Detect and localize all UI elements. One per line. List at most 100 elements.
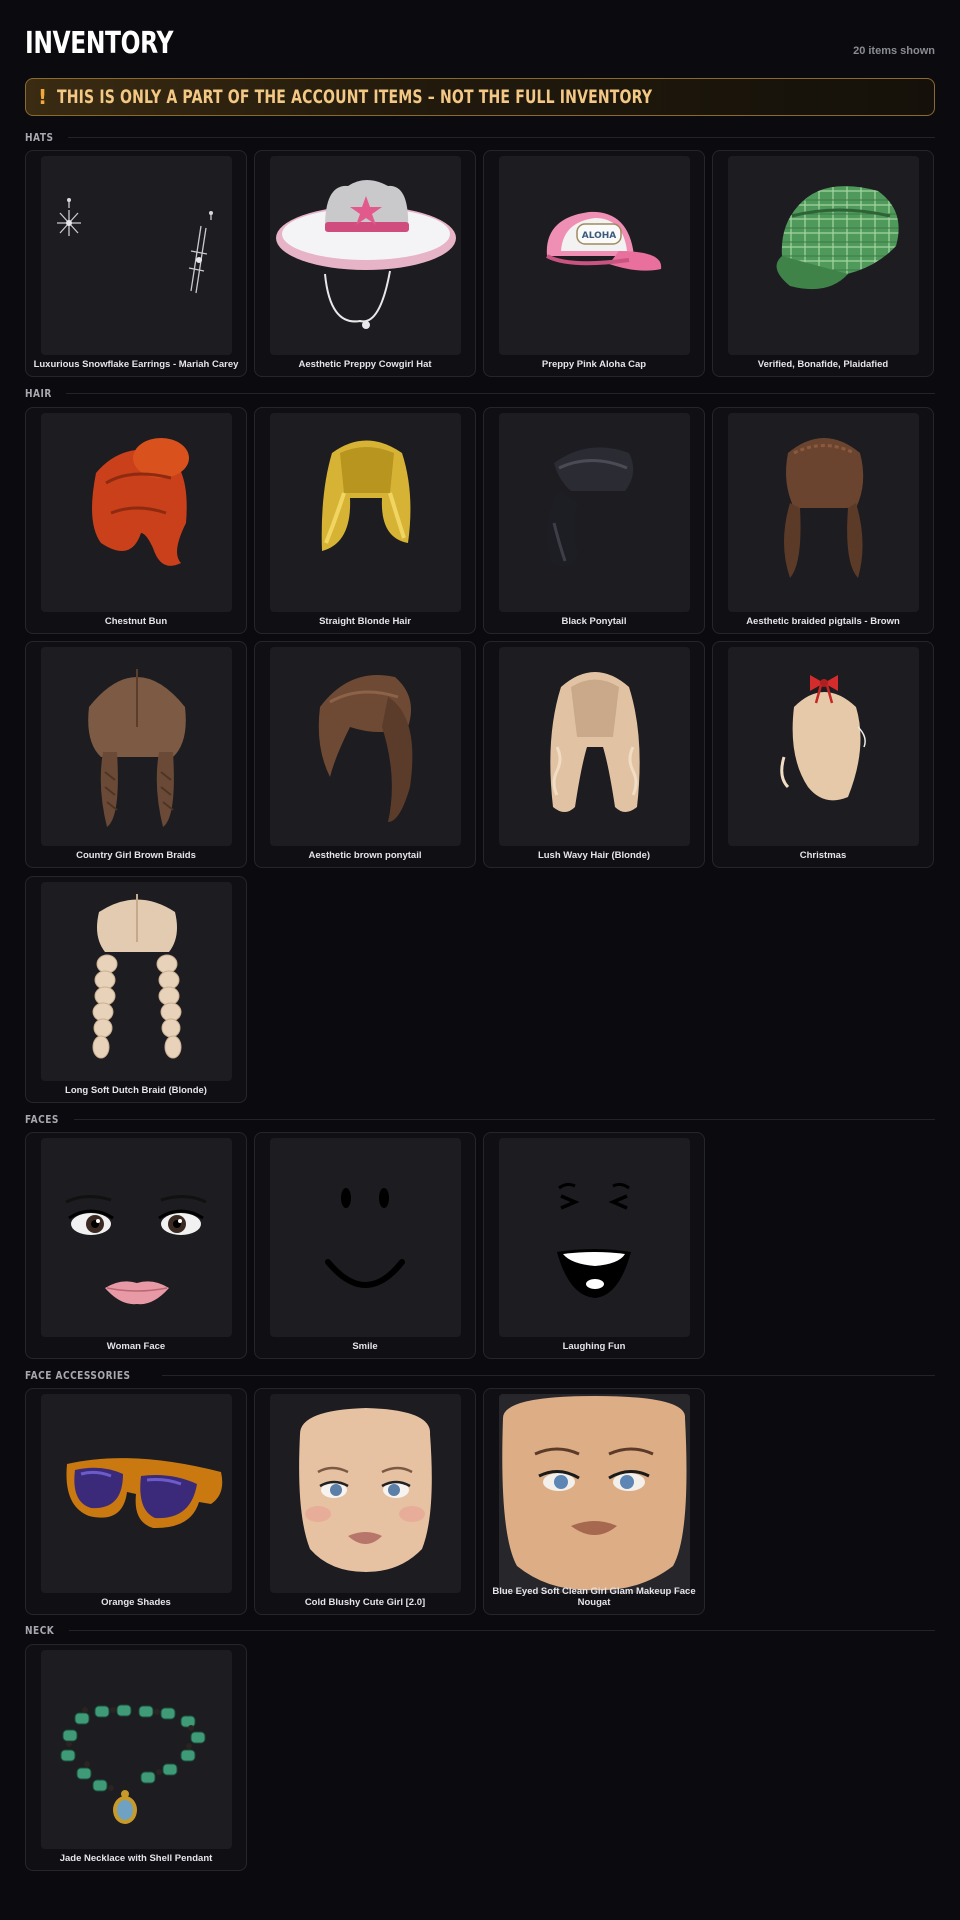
item-name: Orange Shades: [101, 1597, 171, 1608]
item-name: Luxurious Snowflake Earrings - Mariah Ca…: [33, 359, 239, 370]
item-thumbnail: [499, 413, 690, 612]
item-card[interactable]: Country Girl Brown Braids: [25, 641, 247, 868]
item-name: Blue Eyed Soft Clean Girl Glam Makeup Fa…: [492, 1586, 696, 1608]
item-card[interactable]: Straight Blonde Hair: [254, 407, 476, 634]
section-divider: [68, 1629, 935, 1631]
hair-pigtails-icon: [784, 438, 864, 578]
cap-label: ALOHA: [582, 231, 617, 241]
item-thumbnail: [499, 1394, 690, 1593]
item-card[interactable]: Jade Necklace with Shell Pendant: [25, 1644, 247, 1871]
item-thumbnail: ALOHA: [499, 156, 690, 355]
warning-text: THIS IS ONLY A PART OF THE ACCOUNT ITEMS…: [57, 86, 653, 108]
sunglasses-icon: [66, 1458, 223, 1529]
section-divider: [67, 136, 935, 138]
item-thumbnail: [270, 647, 461, 846]
item-thumbnail: [499, 647, 690, 846]
item-name: Straight Blonde Hair: [319, 616, 411, 627]
item-thumbnail: [728, 156, 919, 355]
item-card[interactable]: Aesthetic brown ponytail: [254, 641, 476, 868]
item-name: Lush Wavy Hair (Blonde): [537, 850, 651, 861]
item-card[interactable]: Long Soft Dutch Braid (Blonde): [25, 876, 247, 1103]
item-card[interactable]: Woman Face: [25, 1132, 247, 1359]
section-header-face-accessories: FACE ACCESSORIES: [25, 1367, 935, 1383]
section-header-faces: FACES: [25, 1111, 935, 1127]
aloha-cap-icon: ALOHA: [546, 211, 662, 271]
warning-icon: !: [38, 85, 48, 109]
item-card[interactable]: Lush Wavy Hair (Blonde): [483, 641, 705, 868]
section-label: HAIR: [25, 386, 52, 400]
item-name: Verified, Bonafide, Plaidafied: [757, 359, 889, 370]
hair-bun-icon: [92, 438, 189, 566]
section-divider: [74, 1118, 935, 1120]
hair-side-ponytail-icon: [318, 675, 413, 822]
item-name: Country Girl Brown Braids: [76, 850, 196, 861]
snowflake-earrings-icon: [57, 198, 213, 294]
item-card[interactable]: Blue Eyed Soft Clean Girl Glam Makeup Fa…: [483, 1388, 705, 1615]
item-card[interactable]: Aesthetic Preppy Cowgirl Hat: [254, 150, 476, 377]
item-name: Black Ponytail: [561, 616, 627, 627]
face-laughing-icon: [557, 1182, 631, 1298]
face-head-tan-icon: [502, 1396, 687, 1591]
item-card[interactable]: Verified, Bonafide, Plaidafied: [712, 150, 934, 377]
item-thumbnail: [41, 156, 232, 355]
item-card[interactable]: Aesthetic braided pigtails - Brown: [712, 407, 934, 634]
section-label: NECK: [25, 1623, 55, 1637]
section-label: FACES: [25, 1112, 59, 1126]
item-name: Woman Face: [106, 1341, 166, 1352]
item-name: Preppy Pink Aloha Cap: [541, 359, 647, 370]
page-header: INVENTORY 20 items shown: [25, 0, 935, 78]
section-header-hair: HAIR: [25, 385, 935, 401]
item-thumbnail: [41, 413, 232, 612]
section-header-hats: HATS: [25, 129, 935, 145]
section-header-neck: NECK: [25, 1622, 935, 1638]
item-thumbnail: [41, 647, 232, 846]
item-card[interactable]: Luxurious Snowflake Earrings - Mariah Ca…: [25, 150, 247, 377]
item-name: Long Soft Dutch Braid (Blonde): [65, 1085, 207, 1096]
item-name: Chestnut Bun: [104, 616, 168, 627]
section-divider: [65, 392, 935, 394]
item-thumbnail: [41, 1394, 232, 1593]
section-label: HATS: [25, 130, 54, 144]
inventory-page: INVENTORY 20 items shown ! THIS IS ONLY …: [25, 0, 935, 1871]
item-thumbnail: [270, 1138, 461, 1337]
necklace-icon: [60, 1704, 206, 1824]
item-card[interactable]: Cold Blushy Cute Girl [2.0]: [254, 1388, 476, 1615]
item-thumbnail: [270, 413, 461, 612]
face-head-light-icon: [299, 1408, 432, 1572]
item-card[interactable]: Laughing Fun: [483, 1132, 705, 1359]
item-name: Aesthetic brown ponytail: [308, 850, 422, 861]
cowgirl-hat-icon: [276, 180, 456, 329]
item-name: Aesthetic braided pigtails - Brown: [746, 616, 900, 627]
item-name: Smile: [352, 1341, 378, 1352]
item-thumbnail: [270, 156, 461, 355]
section-divider: [161, 1374, 935, 1376]
item-name: Christmas: [799, 850, 847, 861]
item-name: Cold Blushy Cute Girl [2.0]: [304, 1597, 426, 1608]
item-card[interactable]: ALOHA Preppy Pink Aloha Cap: [483, 150, 705, 377]
plaid-cap-icon: [776, 186, 899, 290]
page-title: INVENTORY: [25, 26, 174, 61]
item-thumbnail: [728, 413, 919, 612]
item-thumbnail: [41, 882, 232, 1081]
item-thumbnail: [270, 1394, 461, 1593]
face-smile-icon: [325, 1188, 405, 1288]
section-label: FACE ACCESSORIES: [25, 1368, 131, 1382]
item-card[interactable]: Smile: [254, 1132, 476, 1359]
item-card[interactable]: Black Ponytail: [483, 407, 705, 634]
items-count: 20 items shown: [853, 45, 935, 57]
hair-straight-icon: [321, 440, 411, 551]
hair-wavy-icon: [550, 672, 640, 812]
item-card[interactable]: Orange Shades: [25, 1388, 247, 1615]
item-card[interactable]: Chestnut Bun: [25, 407, 247, 634]
hair-ponytail-icon: [546, 447, 634, 567]
item-name: Jade Necklace with Shell Pendant: [59, 1853, 213, 1864]
item-thumbnail: [41, 1138, 232, 1337]
hair-braids-icon: [88, 669, 186, 827]
item-thumbnail: [41, 1650, 232, 1849]
item-thumbnail: [728, 647, 919, 846]
item-card[interactable]: Christmas: [712, 641, 934, 868]
item-name: Laughing Fun: [562, 1341, 626, 1352]
hair-bow-icon: [780, 675, 866, 801]
warning-banner: ! THIS IS ONLY A PART OF THE ACCOUNT ITE…: [25, 78, 935, 116]
item-name: Aesthetic Preppy Cowgirl Hat: [298, 359, 432, 370]
